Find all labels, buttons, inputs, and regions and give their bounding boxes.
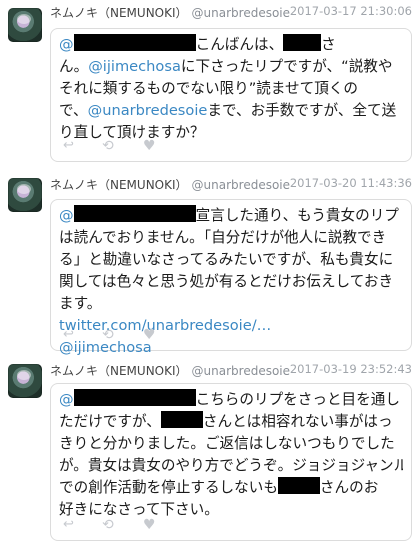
retweet-icon[interactable]: ⟲ <box>102 518 114 532</box>
tweet-text: は読んでおりません。「自分だけが他人に説教でき <box>59 229 387 246</box>
tweet-text: こちらのリプをさっと目を通し <box>195 391 400 408</box>
tweet-text: さんとは相容れない事がはっ <box>202 413 393 430</box>
avatar[interactable] <box>8 178 42 212</box>
text-line: 関しては色々と思う処が有るとだけお伝えしておき <box>59 271 403 293</box>
tweet-text: 宣言した通り、もう貴女のリプ <box>195 207 399 224</box>
tweet-header: ネムノキ（NEMUNOKI） @unarbredesoie 2017-03-19 2… <box>50 362 412 380</box>
user-handle[interactable]: @unarbredesoie <box>192 178 290 192</box>
mention-link[interactable]: @ <box>59 207 74 224</box>
redaction-block <box>73 34 196 51</box>
mention-link[interactable]: @unarbredesoie <box>88 102 208 119</box>
tweet-header: ネムノキ（NEMUNOKI） @unarbredesoie 2017-03-17 2… <box>50 4 412 22</box>
retweet-icon[interactable]: ⟲ <box>102 139 114 153</box>
redaction-block <box>277 477 320 494</box>
heart-icon[interactable]: ♥ <box>143 328 156 342</box>
redaction-block <box>160 411 203 428</box>
text-line: @ 宣言した通り、もう貴女のリプ <box>59 205 403 227</box>
heart-icon[interactable]: ♥ <box>143 518 156 532</box>
avatar[interactable] <box>8 364 42 398</box>
retweet-icon[interactable]: ⟲ <box>102 328 114 342</box>
display-name[interactable]: ネムノキ（NEMUNOKI） <box>50 6 188 20</box>
text-line: で、@unarbredesoieまで、お手数ですが、全て送 <box>59 100 403 122</box>
tweet-header: ネムノキ（NEMUNOKI） @unarbredesoie 2017-03-20 1… <box>50 176 412 194</box>
text-line: きりと分かりました。ご返信はしないつもりでした <box>59 433 403 455</box>
reply-icon[interactable]: ↩ <box>63 328 74 342</box>
tweet-text: る」と勘違いなさってるみたいですが、私も貴女に <box>59 251 394 268</box>
timestamp: 2017-03-17 21:30:06 <box>289 4 412 18</box>
tweet-text: での創作活動を停止するしないも <box>59 479 278 496</box>
tweet-text: に下さったリプですが、“説教や <box>180 58 393 75</box>
text-line: @ こちらのリプをさっと目を通し <box>59 389 403 411</box>
user-handle[interactable]: @unarbredesoie <box>192 6 290 20</box>
tweet-text: こんばんは、 <box>195 36 284 53</box>
tweet-text: ます。 <box>59 295 102 312</box>
user-handle[interactable]: @unarbredesoie <box>192 364 290 378</box>
tweet-text: ただけですが、 <box>59 413 161 430</box>
avatar[interactable] <box>8 8 42 42</box>
text-line: が。貴女は貴女のやり方でどうぞ。ジョジョジャンル <box>59 455 403 477</box>
text-line: ます。 <box>59 293 403 315</box>
display-name[interactable]: ネムノキ（NEMUNOKI） <box>50 364 188 378</box>
text-line: @ こんばんは、 さ <box>59 34 403 56</box>
tweet-text: が。貴女は貴女のやり方でどうぞ。ジョジョジャンル <box>59 457 403 474</box>
url-link[interactable]: twitter.com/unarbredesoie/… <box>59 317 271 334</box>
tweet-text: さ <box>321 36 336 53</box>
redaction-block <box>73 389 196 406</box>
redaction-block <box>73 205 196 222</box>
mention-link[interactable]: @ijimechosa <box>88 58 181 75</box>
tweet-text: それに類するものでない限り”読ませて頂くの <box>59 80 358 97</box>
tweet-text: ん。 <box>59 58 89 75</box>
tweet-text: さんのお <box>319 479 379 496</box>
text-line: それに類するものでない限り”読ませて頂くの <box>59 78 403 100</box>
tweet-body: @ こちらのリプをさっと目を通しただけですが、 さんとは相容れない事がはっきりと分か… <box>50 383 412 541</box>
text-line: は読んでおりません。「自分だけが他人に説教でき <box>59 227 403 249</box>
mention-link[interactable]: @ <box>59 36 74 53</box>
redaction-block <box>283 34 322 51</box>
reply-icon[interactable]: ↩ <box>63 139 74 153</box>
tweet-text: きりと分かりました。ご返信はしないつもりでした <box>59 435 395 452</box>
text-line: ただけですが、 さんとは相容れない事がはっ <box>59 411 403 433</box>
tweet-text: 関しては色々と思う処が有るとだけお伝えしておき <box>59 273 394 290</box>
tweet-text: で、 <box>59 102 88 119</box>
tweet-text: り直して頂けますか？ <box>59 124 205 141</box>
mention-link[interactable]: @ <box>59 391 74 408</box>
tweet-text: 好きになさって下さい。 <box>59 501 219 518</box>
heart-icon[interactable]: ♥ <box>143 139 156 153</box>
timestamp: 2017-03-19 23:52:43 <box>289 362 412 376</box>
text-line: る」と勘違いなさってるみたいですが、私も貴女に <box>59 249 403 271</box>
tweet-body: @ こんばんは、 さん。@ijimechosaに下さったリプですが、“説教やそれに類… <box>50 28 412 162</box>
timestamp: 2017-03-20 11:43:36 <box>289 176 412 190</box>
display-name[interactable]: ネムノキ（NEMUNOKI） <box>50 178 188 192</box>
text-line: での創作活動を停止するしないも さんのお <box>59 477 403 499</box>
tweet-text: まで、お手数ですが、全て送 <box>207 102 397 119</box>
text-line: ん。@ijimechosaに下さったリプですが、“説教や <box>59 56 403 78</box>
tweet-body: @ 宣言した通り、もう貴女のリプは読んでおりません。「自分だけが他人に説教でき る」… <box>50 199 412 356</box>
reply-icon[interactable]: ↩ <box>63 518 74 532</box>
